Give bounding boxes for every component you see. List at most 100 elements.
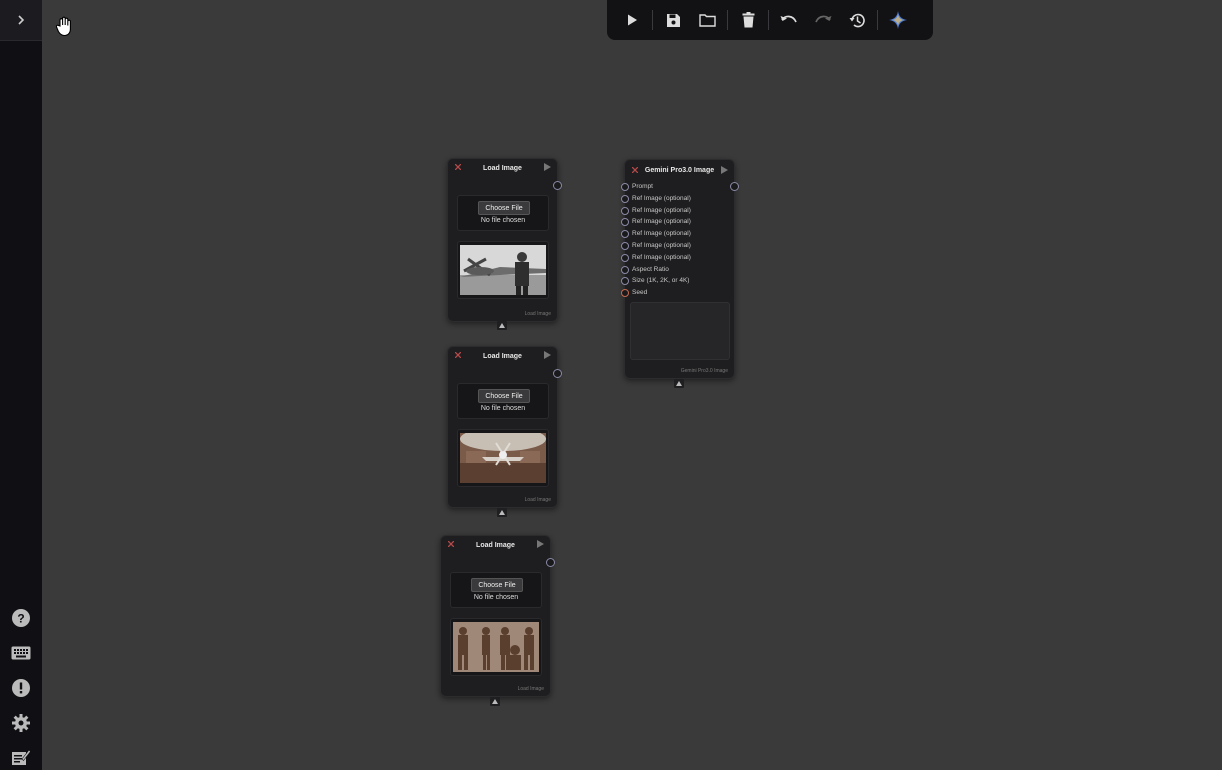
history-button[interactable] (840, 5, 874, 35)
trash-icon (742, 12, 754, 28)
toolbar-divider (652, 10, 653, 30)
redo-icon (815, 15, 832, 23)
hand-cursor-icon (55, 16, 71, 37)
undo-button[interactable] (772, 5, 806, 35)
input-label: Aspect Ratio (632, 266, 669, 273)
node-title: Load Image (483, 352, 522, 360)
input-ref-image[interactable]: Ref Image (optional) (621, 252, 691, 263)
node-run-icon[interactable] (544, 351, 551, 359)
node-footer: Load Image (524, 311, 551, 317)
triangle-up-icon (499, 323, 505, 328)
save-button[interactable] (656, 5, 690, 35)
node-run-icon[interactable] (537, 540, 544, 548)
node-footer: Load Image (524, 497, 551, 503)
input-port[interactable] (621, 276, 629, 285)
node-title: Load Image (483, 164, 522, 172)
load-image-node[interactable]: Load Image Choose File No file chosen Lo… (440, 535, 555, 697)
input-size[interactable]: Size (1K, 2K, or 4K) (621, 275, 690, 286)
input-port[interactable] (621, 265, 629, 274)
input-port[interactable] (621, 229, 629, 238)
run-button[interactable] (615, 5, 649, 35)
input-label: Ref Image (optional) (632, 195, 691, 202)
keyboard-icon[interactable] (10, 642, 32, 664)
input-port[interactable] (621, 194, 629, 203)
input-label: Ref Image (optional) (632, 230, 691, 237)
choose-file-button[interactable]: Choose File (478, 201, 530, 215)
gear-icon[interactable] (10, 712, 32, 734)
open-button[interactable] (690, 5, 724, 35)
input-seed[interactable]: Seed (621, 287, 648, 298)
input-label: Prompt (632, 183, 653, 190)
choose-file-button[interactable]: Choose File (471, 578, 523, 592)
input-label: Ref Image (optional) (632, 207, 691, 214)
input-port[interactable] (621, 206, 629, 215)
file-input: Choose File No file chosen (457, 383, 549, 419)
node-title: Gemini Pro3.0 Image (644, 166, 715, 174)
input-port[interactable] (621, 217, 629, 226)
node-header[interactable]: Load Image (448, 159, 557, 177)
alert-icon[interactable] (10, 677, 32, 699)
undo-icon (780, 15, 797, 23)
delete-button[interactable] (731, 5, 765, 35)
triangle-up-icon (492, 699, 498, 704)
folder-icon (698, 14, 716, 27)
choose-file-button[interactable]: Choose File (478, 389, 530, 403)
node-header[interactable]: Load Image (441, 536, 550, 554)
play-icon (628, 14, 637, 26)
input-aspect-ratio[interactable]: Aspect Ratio (621, 264, 669, 275)
input-port[interactable] (621, 182, 629, 191)
close-icon[interactable] (632, 167, 638, 173)
history-icon (849, 13, 865, 27)
close-icon[interactable] (455, 352, 461, 358)
gemini-image-node[interactable]: Gemini Pro3.0 Image Prompt Ref Image (op… (621, 159, 739, 379)
preview-image (453, 622, 539, 672)
file-status: No file chosen (480, 405, 526, 412)
input-port[interactable] (621, 288, 629, 297)
expand-sidebar-button[interactable] (0, 0, 42, 41)
output-port[interactable] (553, 181, 562, 190)
image-preview (457, 429, 549, 487)
input-prompt[interactable]: Prompt (621, 181, 653, 192)
toolbar-divider (727, 10, 728, 30)
preview-image (460, 245, 546, 295)
output-port[interactable] (546, 558, 555, 567)
node-run-icon[interactable] (721, 166, 728, 174)
input-ref-image[interactable]: Ref Image (optional) (621, 240, 691, 251)
gemini-star-icon (889, 11, 907, 29)
close-icon[interactable] (448, 541, 454, 547)
svg-text:?: ? (17, 612, 24, 626)
redo-button[interactable] (806, 5, 840, 35)
input-port[interactable] (621, 253, 629, 262)
node-header[interactable]: Load Image (448, 347, 557, 365)
input-port[interactable] (621, 241, 629, 250)
triangle-up-icon (499, 510, 505, 515)
help-icon[interactable]: ? (10, 607, 32, 629)
collapse-node-button[interactable] (497, 321, 507, 330)
file-status: No file chosen (473, 594, 519, 601)
load-image-node[interactable]: Load Image Choose File No file chosen Lo… (447, 346, 562, 508)
input-label: Size (1K, 2K, or 4K) (632, 277, 690, 284)
output-preview-area (630, 302, 730, 360)
input-label: Ref Image (optional) (632, 254, 691, 261)
output-port[interactable] (553, 369, 562, 378)
load-image-node[interactable]: Load Image Choose File No file chosen Lo… (447, 158, 562, 322)
node-run-icon[interactable] (544, 163, 551, 171)
input-label: Seed (632, 289, 648, 296)
collapse-node-button[interactable] (490, 697, 500, 706)
notes-icon[interactable] (10, 746, 32, 768)
node-header[interactable]: Gemini Pro3.0 Image (625, 160, 734, 180)
input-ref-image[interactable]: Ref Image (optional) (621, 205, 691, 216)
input-ref-image[interactable]: Ref Image (optional) (621, 193, 691, 204)
collapse-node-button[interactable] (674, 379, 684, 388)
triangle-up-icon (676, 381, 682, 386)
top-toolbar (607, 0, 933, 40)
close-icon[interactable] (455, 164, 461, 170)
input-ref-image[interactable]: Ref Image (optional) (621, 228, 691, 239)
collapse-node-button[interactable] (497, 508, 507, 517)
gemini-button[interactable] (881, 5, 915, 35)
toolbar-divider (877, 10, 878, 30)
input-label: Ref Image (optional) (632, 218, 691, 225)
output-port[interactable] (730, 182, 739, 191)
file-input: Choose File No file chosen (457, 195, 549, 231)
input-ref-image[interactable]: Ref Image (optional) (621, 216, 691, 227)
